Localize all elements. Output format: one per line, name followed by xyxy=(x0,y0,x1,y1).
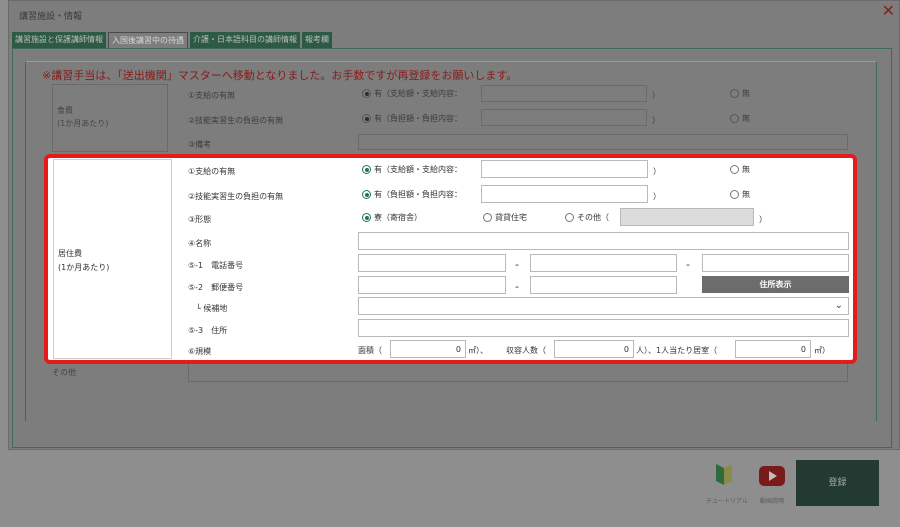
radio-empty-icon xyxy=(730,114,739,123)
food-q1-amount-input[interactable] xyxy=(481,85,647,102)
other-label: その他 xyxy=(52,368,76,377)
tutorial-label: チュートリアル xyxy=(706,498,748,505)
housing-q2-amount-input[interactable] xyxy=(481,185,648,203)
radio-empty-icon xyxy=(730,89,739,98)
capacity-input[interactable] xyxy=(554,340,634,358)
food-q1-no-radio[interactable]: 無 xyxy=(730,88,750,99)
food-q1-yes-radio[interactable]: 有（支給額・支給内容： xyxy=(362,88,462,99)
per-room-unit: ㎡） xyxy=(814,346,830,355)
food-q2-label: ②技能実習生の負担の有無 xyxy=(188,116,284,125)
phone-part2-input[interactable] xyxy=(530,254,677,272)
housing-form-other-input[interactable] xyxy=(620,208,754,226)
radio-selected-icon xyxy=(362,89,371,98)
radio-empty-icon xyxy=(730,190,739,199)
food-q3-label: ③備考 xyxy=(188,140,212,149)
housing-q1-amount-input[interactable] xyxy=(481,160,648,178)
candidate-label: └ 候補地 xyxy=(196,304,228,313)
housing-q1-yes-radio[interactable]: 有（支給額・支給内容： xyxy=(362,164,462,175)
food-q2-amount-input[interactable] xyxy=(481,109,647,126)
housing-phone-label: ⑤-1 電話番号 xyxy=(188,261,244,270)
area-unit: ㎡）、 xyxy=(468,346,488,355)
window-title: 講習施設・情報 xyxy=(19,12,83,22)
food-sublabel: (1か月あたり) xyxy=(57,119,109,128)
housing-q1-label: ①支給の有無 xyxy=(188,167,236,176)
postal-part1-input[interactable] xyxy=(358,276,506,294)
tutorial-button[interactable]: チュートリアル xyxy=(706,462,748,505)
video-label: 動画説明 xyxy=(759,498,784,505)
housing-postal-label: ⑤-2 郵便番号 xyxy=(188,283,244,292)
phone-part1-input[interactable] xyxy=(358,254,506,272)
housing-size-label: ⑥規模 xyxy=(188,347,212,356)
capacity-unit: 人）、1人当たり居室（ xyxy=(636,346,718,355)
register-button[interactable]: 登録 xyxy=(796,460,879,506)
beginner-leaf-icon xyxy=(716,464,732,485)
tab-bar: 講習施設と保護講師情報 入国後講習中の待遇 介護・日本語科目の講師情報 報考欄 xyxy=(12,32,332,48)
housing-address-label: ⑤-3 住所 xyxy=(188,326,228,335)
food-q2-yes-radio[interactable]: 有（負担額・負担内容： xyxy=(362,113,462,124)
housing-name-input[interactable] xyxy=(358,232,849,250)
phone-dash-1: - xyxy=(515,258,519,271)
address-lookup-button[interactable]: 住所表示 xyxy=(702,276,849,293)
housing-q4-label: ④名称 xyxy=(188,239,212,248)
housing-q1-close-paren: ） xyxy=(653,167,661,176)
area-input[interactable] xyxy=(390,340,466,358)
radio-selected-icon xyxy=(362,165,371,174)
housing-address-input[interactable] xyxy=(358,319,849,337)
housing-q2-no-radio[interactable]: 無 xyxy=(730,189,750,200)
phone-part3-input[interactable] xyxy=(702,254,849,272)
radio-selected-icon xyxy=(362,190,371,199)
per-room-input[interactable] xyxy=(735,340,811,358)
housing-form-close-paren: ） xyxy=(759,215,767,224)
tab-remarks[interactable]: 報考欄 xyxy=(302,32,332,48)
postal-part2-input[interactable] xyxy=(530,276,677,294)
housing-q1-no-radio[interactable]: 無 xyxy=(730,164,750,175)
video-button[interactable]: 動画説明 xyxy=(754,466,790,505)
tab-treatment[interactable]: 入国後講習中の待遇 xyxy=(108,32,188,48)
radio-selected-icon xyxy=(362,213,371,222)
food-label-cell: 食費 (1か月あたり) xyxy=(52,84,168,152)
housing-label-cell: 居住費 (1か月あたり) xyxy=(53,159,172,359)
food-q1-close-paren: ） xyxy=(652,91,660,100)
capacity-label: 収容人数（ xyxy=(506,346,546,355)
housing-highlight-box: 居住費 (1か月あたり) ①支給の有無 有（支給額・支給内容： ） 無 ②技能実… xyxy=(44,154,857,364)
radio-selected-icon xyxy=(362,114,371,123)
housing-q2-close-paren: ） xyxy=(653,192,661,201)
food-q2-close-paren: ） xyxy=(652,116,660,125)
candidate-select[interactable]: ⌄ xyxy=(358,297,849,315)
radio-empty-icon xyxy=(730,165,739,174)
food-label: 食費 xyxy=(57,106,73,115)
video-play-icon xyxy=(759,466,785,486)
relocation-notice: ※講習手当は、「送出機関」マスターへ移動となりました。お手数ですが再登録をお願い… xyxy=(42,69,518,82)
housing-q2-yes-radio[interactable]: 有（負担額・負担内容： xyxy=(362,189,462,200)
food-q2-no-radio[interactable]: 無 xyxy=(730,113,750,124)
food-remarks-input[interactable] xyxy=(358,134,848,150)
radio-empty-icon xyxy=(483,213,492,222)
housing-label: 居住費 xyxy=(58,249,82,258)
housing-form-other-radio[interactable]: その他（ xyxy=(565,212,609,223)
tab-instructor-info[interactable]: 介護・日本語科目の講師情報 xyxy=(190,32,300,48)
housing-q2-label: ②技能実習生の負担の有無 xyxy=(188,192,284,201)
food-q1-label: ①支給の有無 xyxy=(188,91,236,100)
other-input[interactable] xyxy=(188,364,848,382)
housing-q3-label: ③形態 xyxy=(188,215,212,224)
chevron-down-icon: ⌄ xyxy=(834,300,843,311)
phone-dash-2: - xyxy=(686,258,690,271)
housing-sublabel: (1か月あたり) xyxy=(58,263,110,272)
tab-facility-info[interactable]: 講習施設と保護講師情報 xyxy=(12,32,106,48)
housing-form-rental-radio[interactable]: 貸貸住宅 xyxy=(483,212,527,223)
radio-empty-icon xyxy=(565,213,574,222)
postal-dash: - xyxy=(515,280,519,293)
area-label: 面積（ xyxy=(358,346,382,355)
housing-form-dorm-radio[interactable]: 寮（寄宿舎） xyxy=(362,212,422,223)
close-icon[interactable]: ✕ xyxy=(882,2,895,20)
